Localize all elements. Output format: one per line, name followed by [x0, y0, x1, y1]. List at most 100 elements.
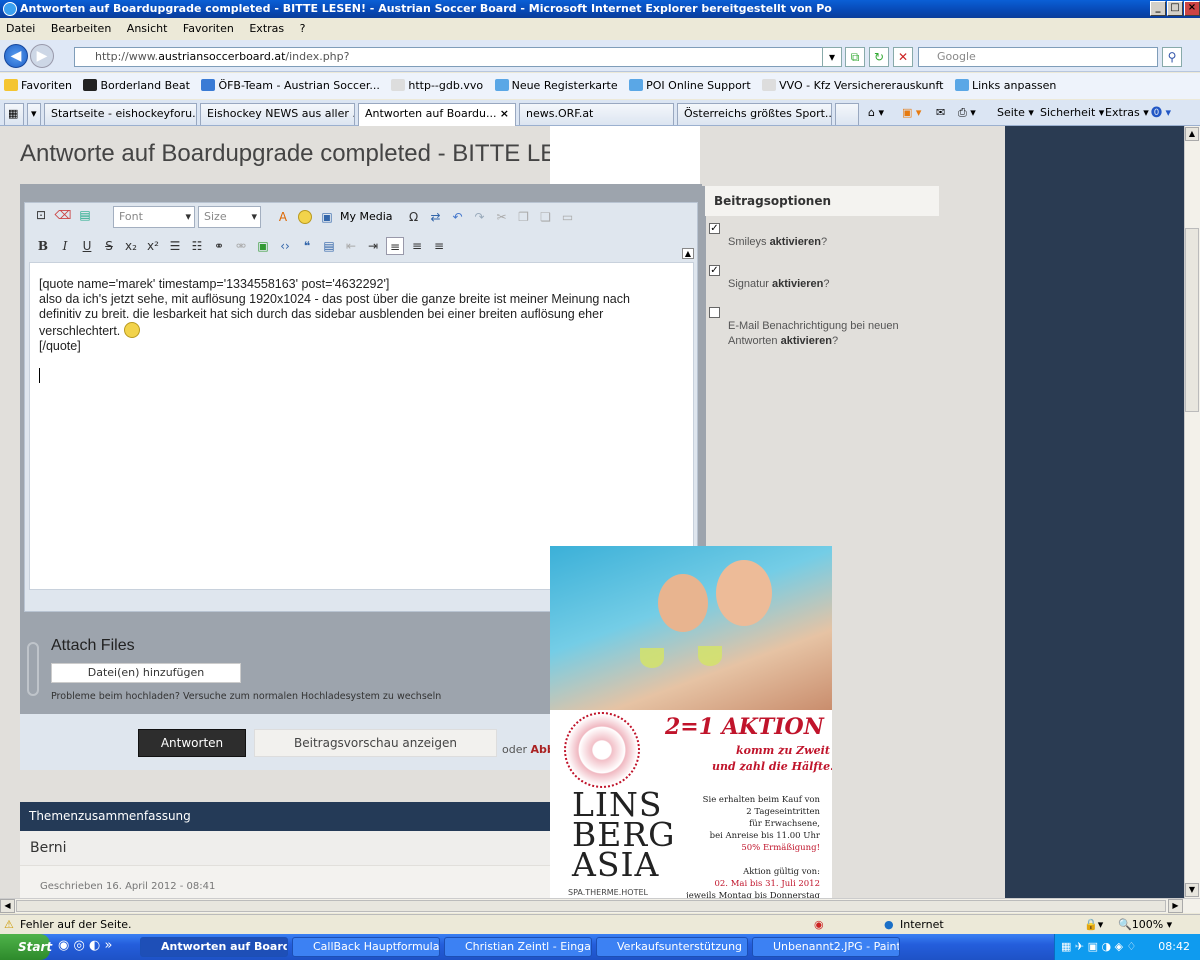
extras-menu[interactable]: Extras ▾ — [1105, 103, 1149, 123]
taskbar-item-paint[interactable]: Unbenannt2.JPG - Paint — [752, 937, 900, 957]
quicklaunch-media-icon[interactable]: ◐ — [89, 938, 100, 953]
zoom-control[interactable]: 🔍100% ▾ — [1118, 915, 1172, 935]
smiley-icon[interactable] — [296, 208, 314, 226]
sicherheit-menu[interactable]: Sicherheit ▾ — [1040, 103, 1104, 123]
feeds-icon[interactable]: ▣ ▾ — [902, 103, 921, 123]
menu-help[interactable]: ? — [300, 22, 306, 35]
align-right-icon[interactable]: ≡ — [430, 237, 448, 255]
fav-item-oefb[interactable]: ÖFB-Team - Austrian Soccer... — [201, 73, 380, 99]
menu-extras[interactable]: Extras — [249, 22, 284, 35]
search-input[interactable]: Google — [918, 47, 1158, 67]
fav-item-borderland[interactable]: Borderland Beat — [83, 73, 190, 99]
refresh-icon[interactable]: ↻ — [869, 47, 889, 67]
smileys-checkbox[interactable]: ✓ — [709, 223, 720, 234]
unlink-icon[interactable]: ⚮ — [232, 237, 250, 255]
fav-item-links[interactable]: Links anpassen — [955, 73, 1056, 99]
collapse-toolbar-icon[interactable]: ▲ — [682, 248, 694, 259]
tray-icons[interactable]: ▦ ✈ ▣ ◑ ◈ ♢ — [1061, 934, 1136, 960]
preview-button[interactable]: Beitragsvorschau anzeigen — [254, 729, 497, 757]
taskbar-item-callback[interactable]: CallBack Hauptformular — [292, 937, 440, 957]
underline-icon[interactable]: U — [78, 237, 96, 255]
size-select[interactable]: Size ▾ — [198, 206, 261, 228]
italic-icon[interactable]: I — [56, 237, 74, 255]
special-char-icon[interactable]: Ω — [405, 208, 423, 226]
maximize-button[interactable]: □ — [1167, 1, 1183, 16]
tab-list-icon[interactable]: ▾ — [27, 103, 41, 125]
search-icon[interactable]: ⚲ — [1162, 47, 1182, 67]
indent-icon[interactable]: ⇥ — [364, 237, 382, 255]
quick-tabs-icon[interactable]: ▦ — [4, 103, 24, 125]
align-left-icon[interactable]: ≡ — [386, 237, 404, 255]
protected-mode-icon[interactable]: 🔒▾ — [1084, 915, 1103, 935]
fav-item-vvo[interactable]: VVO - Kfz Versichererauskunft — [762, 73, 944, 99]
address-input[interactable]: http://www.austriansoccerboard.at/index.… — [74, 47, 838, 67]
source-icon[interactable]: ⊡ — [32, 206, 50, 224]
strikethrough-icon[interactable]: S — [100, 237, 118, 255]
outdent-icon[interactable]: ⇤ — [342, 237, 360, 255]
cut-icon[interactable]: ✂ — [493, 208, 511, 226]
fav-item-new-tab[interactable]: Neue Registerkarte — [494, 73, 618, 99]
address-dropdown-icon[interactable]: ▾ — [822, 47, 842, 67]
seite-menu[interactable]: Seite ▾ — [997, 103, 1034, 123]
template-icon[interactable]: ▤ — [76, 206, 94, 224]
advertisement-banner[interactable]: 2=1 AKTION komm zu Zweit und zahl die Hä… — [550, 546, 832, 898]
redo-icon[interactable]: ↷ — [471, 208, 489, 226]
scroll-left-icon[interactable]: ◀ — [0, 899, 15, 913]
eraser-icon[interactable]: ⌫ — [54, 206, 72, 224]
scroll-right-icon[interactable]: ▶ — [1168, 899, 1183, 913]
new-tab-button[interactable] — [835, 103, 859, 125]
post-textarea[interactable]: [quote name='marek' timestamp='133455816… — [29, 262, 694, 590]
font-color-icon[interactable]: A — [274, 208, 292, 226]
warning-icon[interactable]: ⚠ — [4, 915, 14, 935]
image-icon[interactable]: ▣ — [254, 237, 272, 255]
start-button[interactable]: Start — [0, 934, 52, 960]
superscript-icon[interactable]: x² — [144, 237, 162, 255]
mail-icon[interactable]: ✉ — [936, 103, 945, 123]
compat-view-icon[interactable]: ⧉ — [845, 47, 865, 67]
align-center-icon[interactable]: ≡ — [408, 237, 426, 255]
my-media-button[interactable]: My Media — [340, 210, 393, 223]
menu-datei[interactable]: Datei — [6, 22, 35, 35]
minimize-button[interactable]: _ — [1150, 1, 1166, 16]
taskbar-item-verkauf[interactable]: Verkaufsunterstützung — [596, 937, 748, 957]
taskbar-item-outlook[interactable]: Christian Zeintl - Eingang... — [444, 937, 592, 957]
paste-icon[interactable]: ❏ — [537, 208, 555, 226]
status-error-text[interactable]: Fehler auf der Seite. — [20, 915, 132, 935]
subscript-icon[interactable]: x₂ — [122, 237, 140, 255]
numbered-list-icon[interactable]: ☷ — [188, 237, 206, 255]
menu-favoriten[interactable]: Favoriten — [183, 22, 234, 35]
copy-icon[interactable]: ❐ — [515, 208, 533, 226]
font-select[interactable]: Font ▾ — [113, 206, 195, 228]
code-icon[interactable]: ‹› — [276, 237, 294, 255]
privacy-icon[interactable]: ◉ — [814, 915, 824, 935]
fav-item-poi[interactable]: POI Online Support — [629, 73, 751, 99]
add-files-button[interactable]: Datei(en) hinzufügen — [51, 663, 241, 683]
submit-reply-button[interactable]: Antworten — [138, 729, 246, 757]
scroll-up-icon[interactable]: ▲ — [1185, 127, 1199, 141]
back-icon[interactable]: ◀ — [4, 44, 28, 68]
fav-item-gdb[interactable]: http--gdb.vvo — [391, 73, 483, 99]
quote-icon[interactable]: ❝ — [298, 237, 316, 255]
link-icon[interactable]: ⚭ — [210, 237, 228, 255]
scroll-down-icon[interactable]: ▼ — [1185, 883, 1199, 897]
email-checkbox[interactable] — [709, 307, 720, 318]
bullet-list-icon[interactable]: ☰ — [166, 237, 184, 255]
home-icon[interactable]: ⌂ ▾ — [868, 103, 884, 123]
favorites-button[interactable]: Favoriten — [4, 73, 72, 99]
quicklaunch-app-icon[interactable]: ◉ — [58, 938, 69, 953]
undo-icon[interactable]: ↶ — [449, 208, 467, 226]
tab-sport[interactable]: Österreichs größtes Sport... — [677, 103, 832, 125]
tab-close-icon[interactable]: × — [500, 104, 509, 124]
quicklaunch-ie-icon[interactable]: ◎ — [73, 938, 84, 953]
stop-icon[interactable]: ✕ — [893, 47, 913, 67]
taskbar-item-antworten[interactable]: Antworten auf Board... — [140, 937, 288, 957]
forward-icon[interactable]: ▶ — [30, 44, 54, 68]
paste-text-icon[interactable]: ▭ — [559, 208, 577, 226]
signatur-checkbox[interactable]: ✓ — [709, 265, 720, 276]
help-icon[interactable]: ⓿ ▾ — [1151, 103, 1171, 123]
close-window-button[interactable]: × — [1184, 1, 1200, 16]
bold-icon[interactable]: B — [34, 237, 52, 255]
tab-eishockeyforum[interactable]: Startseite - eishockeyforu... — [44, 103, 197, 125]
print-icon[interactable]: ⎙ ▾ — [958, 103, 976, 123]
spoiler-icon[interactable]: ▤ — [320, 237, 338, 255]
